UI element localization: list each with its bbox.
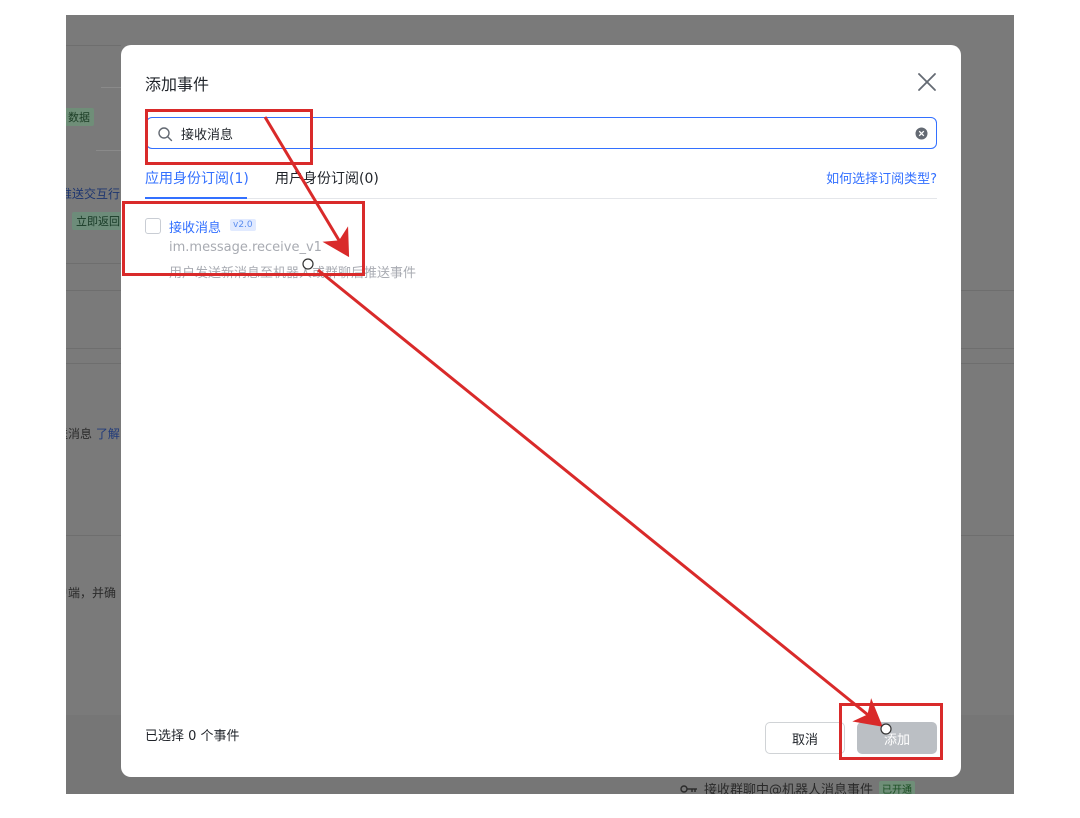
bg-footer-event: 接收群聊中@机器人消息事件 已开通 (680, 779, 916, 794)
help-link-subscription-type[interactable]: 如何选择订阅类型? (826, 168, 937, 187)
bg-text-client: 户端，并确 (66, 586, 117, 600)
subscription-tabs: 应用身份订阅(1) 用户身份订阅(0) 如何选择订阅类型? (145, 163, 937, 199)
annotation-box-add (839, 703, 943, 760)
tab-app-identity[interactable]: 应用身份订阅(1) (145, 168, 249, 188)
close-button[interactable] (915, 70, 939, 94)
clear-icon[interactable] (915, 127, 928, 140)
key-icon (680, 784, 697, 793)
dialog-title: 添加事件 (145, 75, 210, 94)
bg-tag-data: 数据 (66, 108, 94, 126)
cancel-button[interactable]: 取消 (765, 722, 845, 754)
selected-count: 已选择 0 个事件 (145, 729, 240, 744)
bg-footer-event-name: 接收群聊中@机器人消息事件 (704, 783, 874, 794)
annotation-box-search (145, 109, 313, 165)
bg-divider (66, 263, 121, 264)
bg-text-push: 推送交互行 (66, 187, 121, 201)
bg-tag-return: 立即返回 (72, 212, 124, 230)
active-tab-indicator (145, 197, 247, 199)
bg-divider (96, 150, 121, 151)
bg-text-message: 送消息 了解 (66, 427, 120, 441)
annotation-box-event (122, 201, 365, 276)
bg-divider (101, 87, 121, 88)
close-icon (918, 73, 936, 91)
bg-divider (66, 45, 121, 46)
status-badge: 已开通 (879, 781, 916, 794)
tab-user-identity[interactable]: 用户身份订阅(0) (275, 168, 379, 188)
